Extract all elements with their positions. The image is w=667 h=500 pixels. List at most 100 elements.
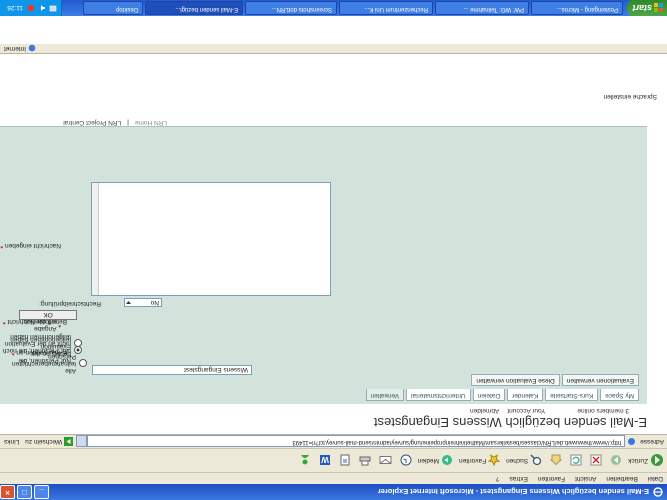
maximize-button[interactable]: □ bbox=[17, 485, 32, 499]
task-screenshots[interactable]: Screenshots dotLRN... bbox=[245, 1, 337, 15]
spellcheck-value: No bbox=[150, 299, 159, 307]
tab-materials[interactable]: Unterrichtsmaterial bbox=[406, 389, 471, 401]
spellcheck-select[interactable]: No bbox=[124, 298, 162, 307]
footer-links: LRN Home | LRN Project Central bbox=[63, 119, 167, 126]
window-titlebar: E-Mail senden bezüglich Wissens Eingangs… bbox=[0, 484, 667, 500]
message-scrollbar[interactable] bbox=[92, 183, 99, 295]
mail-icon bbox=[377, 455, 392, 467]
radio-label-not-participated: Nur Personen, die noch nicht an der Eval… bbox=[2, 333, 71, 354]
mail-button[interactable] bbox=[377, 455, 392, 467]
tray-clock: 11:26 bbox=[7, 4, 23, 12]
tab-calendar[interactable]: Kalender bbox=[507, 389, 544, 401]
search-button[interactable]: Suchen bbox=[506, 454, 542, 467]
address-dropdown-icon[interactable] bbox=[76, 435, 88, 448]
svg-text:W: W bbox=[320, 456, 328, 465]
system-tray: 11:26 bbox=[0, 0, 62, 16]
spellcheck-label: Rechtschreibprüfung: bbox=[39, 300, 101, 307]
task-inbox[interactable]: Posteingang - Micros... bbox=[531, 1, 623, 15]
task-desktop[interactable]: Desktop bbox=[83, 1, 143, 15]
message-textarea[interactable] bbox=[91, 182, 331, 296]
stop-icon bbox=[588, 455, 602, 467]
messenger-button[interactable] bbox=[297, 455, 311, 467]
radio-not-participated[interactable] bbox=[74, 339, 82, 348]
subtab-manage-this-evaluation[interactable]: Diese Evaluation verwalten bbox=[471, 374, 560, 386]
menu-favoriten[interactable]: Favoriten bbox=[538, 475, 565, 482]
task-fw-mail[interactable]: PW: WG: Teilnahme ... bbox=[435, 1, 529, 15]
menu-bearbeiten[interactable]: Bearbeiten bbox=[606, 475, 637, 482]
message-label: Nachricht eingeben bbox=[4, 242, 61, 249]
lrn-home-link[interactable]: LRN Home bbox=[135, 119, 167, 126]
windows-taskbar: Posteingang - Micros... PW: WG: Teilnahm… bbox=[0, 0, 667, 16]
forward-button[interactable] bbox=[608, 455, 622, 467]
go-button[interactable]: Wechseln zu bbox=[25, 438, 62, 445]
status-bar: Internet bbox=[0, 44, 667, 54]
tab-files[interactable]: Dateien bbox=[472, 389, 506, 401]
tray-volume-icon[interactable] bbox=[38, 4, 46, 12]
edit-button[interactable] bbox=[337, 455, 351, 467]
members-online-link[interactable]: 3 members online bbox=[577, 407, 629, 414]
lrn-project-central-link[interactable]: LRN Project Central bbox=[63, 119, 121, 126]
address-label: Adresse bbox=[640, 438, 664, 445]
ok-button[interactable]: OK bbox=[19, 310, 77, 320]
close-button[interactable]: × bbox=[0, 485, 15, 499]
home-icon bbox=[548, 455, 563, 467]
refresh-icon bbox=[568, 455, 582, 467]
back-button[interactable]: Zurück bbox=[628, 454, 664, 468]
favorites-star-icon bbox=[486, 454, 501, 467]
ie-logo-icon bbox=[653, 487, 663, 497]
menu-ansicht[interactable]: Ansicht bbox=[575, 475, 596, 482]
word-button[interactable]: W bbox=[317, 455, 331, 467]
address-input[interactable]: http://www.thewuweb.de/LRN/classes/beste… bbox=[87, 435, 626, 448]
page-footer: LRN Home | LRN Project Central Sprache e… bbox=[0, 54, 667, 126]
menu-datei[interactable]: Datei bbox=[648, 475, 663, 482]
tab-course-home[interactable]: Kurs-Startseite bbox=[545, 389, 599, 401]
menu-bar: Datei Bearbeiten Ansicht Favoriten Extra… bbox=[0, 472, 667, 484]
home-button[interactable] bbox=[548, 455, 563, 467]
refresh-button[interactable] bbox=[568, 455, 582, 467]
page-header: 3 members online Your Account Abmelden E… bbox=[0, 404, 667, 434]
your-account-link[interactable]: Your Account bbox=[507, 407, 545, 414]
search-icon bbox=[528, 454, 542, 467]
print-button[interactable] bbox=[357, 455, 371, 467]
windows-flag-icon bbox=[654, 3, 663, 13]
required-note-marker: * bbox=[58, 321, 61, 329]
menu-extras[interactable]: Extras bbox=[510, 475, 528, 482]
language-link[interactable]: Sprache einstellen bbox=[604, 93, 657, 100]
media-button[interactable]: Medien bbox=[418, 455, 453, 467]
required-note-wrap: * Angabe erforderlich bbox=[0, 318, 61, 332]
favorites-button[interactable]: Favoriten bbox=[459, 454, 501, 467]
stop-button[interactable] bbox=[588, 455, 602, 467]
internet-zone-icon bbox=[28, 45, 36, 53]
task-rechenzentrum[interactable]: Rechenzentrum Uni K... bbox=[339, 1, 433, 15]
radio-row-3[interactable]: Nur Personen, die noch nicht an der Eval… bbox=[0, 333, 82, 354]
chevron-down-icon bbox=[125, 299, 132, 306]
subject-input[interactable]: Wissens Eingangstest bbox=[92, 365, 252, 375]
edit-document-icon bbox=[337, 455, 351, 467]
window-title: E-Mail senden bezüglich Wissens Eingangs… bbox=[377, 487, 649, 497]
tab-admin[interactable]: Verwalten bbox=[365, 389, 405, 401]
print-icon bbox=[357, 455, 371, 467]
back-arrow-icon bbox=[648, 454, 664, 468]
browser-toolbar: Zurück Suchen Favoriten Medien W bbox=[0, 448, 667, 472]
task-email-send[interactable]: E-Mail senden bezügl... bbox=[145, 1, 243, 15]
admin-subtabs: Evaluationen verwalten Diese Evaluation … bbox=[469, 374, 639, 386]
tab-my-space[interactable]: My Space bbox=[600, 389, 639, 401]
language-link-wrap: Sprache einstellen bbox=[604, 93, 657, 100]
start-button[interactable]: start bbox=[627, 0, 667, 16]
links-label[interactable]: Links bbox=[4, 438, 19, 445]
subtab-manage-evaluations[interactable]: Evaluationen verwalten bbox=[561, 374, 639, 386]
course-tabs: My Space Kurs-Startseite Kalender Dateie… bbox=[364, 389, 639, 401]
tray-security-icon[interactable] bbox=[27, 4, 35, 12]
breadcrumb: E-Mail senden bezüglich Wissens Eingangs… bbox=[374, 415, 647, 430]
minimize-button[interactable]: _ bbox=[34, 485, 49, 499]
word-w-icon: W bbox=[317, 455, 331, 467]
go-arrow-icon[interactable] bbox=[64, 437, 74, 446]
address-bar: Adresse http://www.thewuweb.de/LRN/class… bbox=[0, 434, 667, 448]
menu-help[interactable]: ? bbox=[496, 475, 500, 482]
message-label-wrap: Nachricht eingeben * bbox=[0, 242, 61, 249]
forward-arrow-icon bbox=[608, 455, 622, 467]
history-button[interactable] bbox=[398, 455, 412, 467]
tray-network-icon[interactable] bbox=[49, 4, 57, 12]
logout-link[interactable]: Abmelden bbox=[470, 407, 499, 414]
zone-label: Internet bbox=[4, 45, 27, 52]
